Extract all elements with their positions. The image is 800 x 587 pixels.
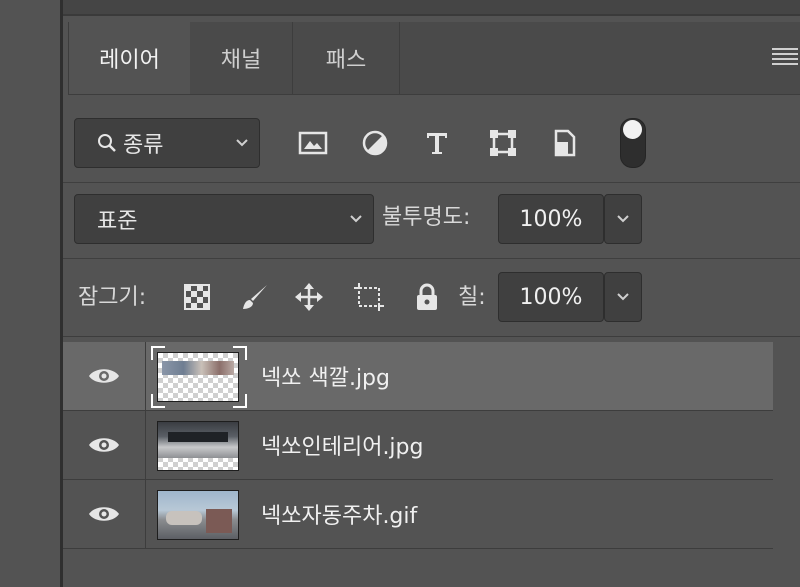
tab-channels[interactable]: 채널: [190, 22, 293, 94]
layer-row[interactable]: 넥쏘 색깔.jpg: [63, 342, 773, 411]
lock-transparent-pixels-icon[interactable]: [180, 280, 214, 314]
layers-empty-area[interactable]: [63, 560, 800, 587]
fill-input[interactable]: 100%: [498, 272, 604, 322]
left-dock-strip: [0, 0, 60, 587]
opacity-input[interactable]: 100%: [498, 194, 604, 244]
tab-paths-label: 패스: [325, 48, 367, 73]
layer-row[interactable]: 넥쏘자동주차.gif: [63, 480, 773, 549]
layer-name[interactable]: 넥쏘 색깔.jpg: [261, 342, 390, 410]
filter-kind-select[interactable]: 종류: [74, 118, 260, 168]
lock-artboard-icon[interactable]: [352, 280, 386, 314]
tab-layers[interactable]: 레이어: [68, 22, 191, 94]
tab-divider: [68, 94, 800, 95]
opacity-label: 불투명도:: [382, 205, 471, 230]
panel-top-bar: [63, 0, 800, 16]
layer-thumbnail: [157, 421, 239, 471]
tab-channels-label: 채널: [220, 48, 262, 73]
filter-kind-label: 종류: [123, 133, 164, 158]
eye-icon: [89, 438, 119, 452]
layer-name[interactable]: 넥쏘인테리어.jpg: [261, 411, 423, 479]
chevron-down-icon: [617, 215, 629, 223]
lock-label: 잠그기:: [78, 285, 147, 310]
selection-corner: [151, 346, 165, 360]
lock-image-pixels-icon[interactable]: [238, 280, 272, 314]
chevron-down-icon: [350, 215, 362, 223]
tab-paths[interactable]: 패스: [293, 22, 400, 94]
layer-name[interactable]: 넥쏘자동주차.gif: [261, 480, 417, 548]
layer-row[interactable]: 넥쏘인테리어.jpg: [63, 411, 773, 480]
chevron-down-icon: [617, 293, 629, 301]
fill-dropdown-button[interactable]: [604, 272, 642, 322]
blend-mode-select[interactable]: 표준: [74, 194, 374, 244]
visibility-toggle[interactable]: [63, 411, 146, 479]
selection-corner: [233, 346, 247, 360]
search-icon: [98, 134, 116, 152]
section-divider: [63, 258, 800, 259]
opacity-dropdown-button[interactable]: [604, 194, 642, 244]
visibility-toggle[interactable]: [63, 480, 146, 548]
tab-layers-label: 레이어: [99, 48, 160, 73]
type-filter-icon[interactable]: [420, 126, 454, 160]
selection-corner: [151, 394, 165, 408]
lock-position-icon[interactable]: [292, 280, 326, 314]
blend-mode-label: 표준: [97, 209, 138, 234]
filter-toggle-knob: [623, 120, 642, 139]
chevron-down-icon: [236, 139, 248, 147]
shape-filter-icon[interactable]: [486, 126, 520, 160]
visibility-toggle[interactable]: [63, 342, 146, 410]
section-divider: [63, 182, 800, 183]
adjustment-filter-icon[interactable]: [358, 126, 392, 160]
lock-all-icon[interactable]: [410, 280, 444, 314]
panel-menu-icon[interactable]: [772, 48, 798, 66]
image-filter-icon[interactable]: [296, 126, 330, 160]
eye-icon: [89, 507, 119, 521]
eye-icon: [89, 369, 119, 383]
layer-thumbnail: [157, 490, 239, 540]
smart-object-filter-icon[interactable]: [548, 126, 582, 160]
layer-thumbnail: [157, 352, 239, 402]
layers-top-divider: [63, 336, 800, 337]
fill-label: 칠:: [458, 285, 486, 310]
tab-bar-fill: [400, 22, 800, 94]
selection-corner: [233, 394, 247, 408]
